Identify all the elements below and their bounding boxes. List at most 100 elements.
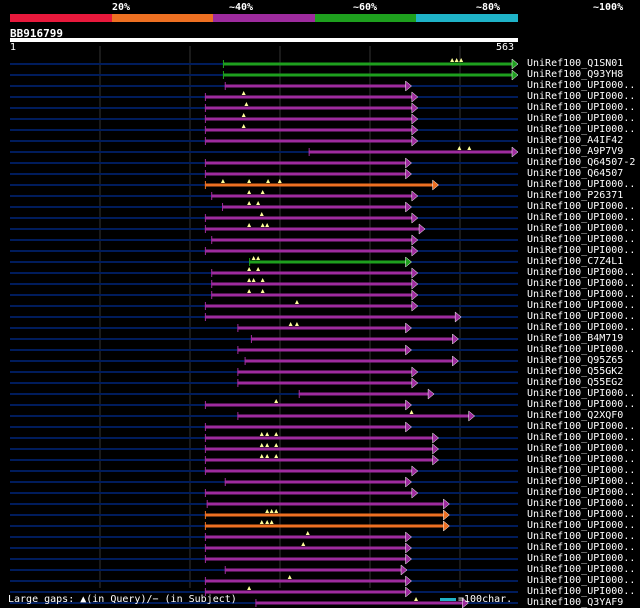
- hit-row[interactable]: [10, 58, 519, 70]
- hit-label[interactable]: UniRef100_A9P7V9: [527, 146, 623, 157]
- hit-row[interactable]: [10, 553, 518, 565]
- hit-label[interactable]: UniRef100_P26371: [527, 190, 623, 201]
- hit-label[interactable]: UniRef100_UPI000..: [527, 102, 635, 113]
- hit-row[interactable]: [10, 190, 518, 202]
- hit-row[interactable]: [10, 498, 518, 510]
- hit-bar[interactable]: [204, 227, 420, 231]
- hit-label[interactable]: UniRef100_UPI000..: [527, 443, 635, 454]
- hit-row[interactable]: [10, 575, 518, 587]
- hit-bar[interactable]: [204, 458, 433, 462]
- hit-bar[interactable]: [204, 447, 433, 451]
- hit-label[interactable]: UniRef100_UPI000..: [527, 421, 635, 432]
- hit-row[interactable]: [10, 245, 518, 257]
- hit-label[interactable]: UniRef100_UPI000..: [527, 234, 635, 245]
- hit-bar[interactable]: [204, 106, 412, 110]
- hit-label[interactable]: UniRef100_UPI000..: [527, 300, 635, 311]
- hit-bar[interactable]: [224, 84, 406, 88]
- hit-label[interactable]: UniRef100_Q3YAF9: [527, 597, 623, 608]
- hit-bar[interactable]: [204, 535, 406, 539]
- hit-label[interactable]: UniRef100_UPI000..: [527, 564, 635, 575]
- hit-bar[interactable]: [255, 601, 463, 605]
- hit-bar[interactable]: [204, 304, 412, 308]
- hit-label[interactable]: UniRef100_UPI000..: [527, 267, 635, 278]
- hit-row[interactable]: [10, 124, 518, 136]
- hit-row[interactable]: [10, 410, 518, 422]
- hit-row[interactable]: [10, 520, 518, 532]
- hit-label[interactable]: UniRef100_UPI000..: [527, 542, 635, 553]
- hit-label[interactable]: UniRef100_UPI000..: [527, 531, 635, 542]
- hit-row[interactable]: [10, 531, 518, 543]
- hit-row[interactable]: [10, 113, 518, 125]
- hit-bar[interactable]: [204, 315, 456, 319]
- hit-bar[interactable]: [211, 271, 412, 275]
- hit-bar[interactable]: [204, 524, 444, 528]
- hit-label[interactable]: UniRef100_UPI000..: [527, 465, 635, 476]
- hit-row[interactable]: [10, 80, 518, 92]
- hit-bar[interactable]: [204, 513, 444, 517]
- hit-label[interactable]: UniRef100_A4IF42: [527, 135, 623, 146]
- hit-row[interactable]: [10, 146, 519, 158]
- hit-label[interactable]: UniRef100_UPI000..: [527, 179, 635, 190]
- hit-label[interactable]: UniRef100_UPI000..: [527, 487, 635, 498]
- hit-row[interactable]: [10, 355, 518, 367]
- hit-row[interactable]: [10, 157, 518, 169]
- hit-label[interactable]: UniRef100_B4M719: [527, 333, 623, 344]
- hit-bar[interactable]: [204, 425, 406, 429]
- hit-label[interactable]: UniRef100_UPI000..: [527, 509, 635, 520]
- hit-row[interactable]: [10, 289, 518, 301]
- hit-label[interactable]: UniRef100_UPI000..: [527, 498, 635, 509]
- hit-bar[interactable]: [308, 150, 512, 154]
- hit-bar[interactable]: [204, 216, 412, 220]
- hit-label[interactable]: UniRef100_UPI000..: [527, 388, 635, 399]
- hit-label[interactable]: UniRef100_UPI000..: [527, 113, 635, 124]
- hit-bar[interactable]: [204, 161, 406, 165]
- hit-row[interactable]: [10, 344, 518, 356]
- hit-label[interactable]: UniRef100_Q64507-2: [527, 157, 635, 168]
- hit-bar[interactable]: [204, 579, 406, 583]
- hit-row[interactable]: [10, 212, 518, 224]
- hit-bar[interactable]: [250, 337, 453, 341]
- hit-row[interactable]: [10, 69, 519, 81]
- hit-row[interactable]: [10, 267, 518, 279]
- hit-row[interactable]: [10, 366, 518, 378]
- hit-row[interactable]: [10, 487, 518, 499]
- hit-bar[interactable]: [224, 480, 406, 484]
- hit-bar[interactable]: [222, 205, 406, 209]
- hit-label[interactable]: UniRef100_UPI000..: [527, 289, 635, 300]
- hit-bar[interactable]: [204, 117, 412, 121]
- hit-label[interactable]: UniRef100_C7Z4L1: [527, 256, 623, 267]
- hit-bar[interactable]: [204, 183, 433, 187]
- hit-row[interactable]: [10, 300, 518, 312]
- hit-row[interactable]: [10, 564, 518, 576]
- hit-bar[interactable]: [237, 370, 412, 374]
- hit-row[interactable]: [10, 234, 518, 246]
- hit-row[interactable]: [10, 454, 518, 466]
- hit-label[interactable]: UniRef100_Q55EG2: [527, 377, 623, 388]
- hit-row[interactable]: [10, 102, 518, 114]
- hit-label[interactable]: UniRef100_UPI000..: [527, 399, 635, 410]
- hit-row[interactable]: [10, 278, 518, 290]
- hit-bar[interactable]: [204, 139, 412, 143]
- hit-bar[interactable]: [206, 502, 444, 506]
- hit-bar[interactable]: [237, 348, 406, 352]
- hit-row[interactable]: [10, 311, 518, 323]
- hit-label[interactable]: UniRef100_UPI000..: [527, 80, 635, 91]
- hit-bar[interactable]: [211, 194, 412, 198]
- hit-bar[interactable]: [204, 95, 412, 99]
- hit-label[interactable]: UniRef100_UPI000..: [527, 575, 635, 586]
- hit-row[interactable]: [10, 377, 518, 389]
- hit-row[interactable]: [10, 201, 518, 213]
- hit-label[interactable]: UniRef100_UPI000..: [527, 311, 635, 322]
- hit-bar[interactable]: [211, 282, 412, 286]
- hit-bar[interactable]: [237, 381, 412, 385]
- hit-row[interactable]: [10, 223, 518, 235]
- hit-row[interactable]: [10, 432, 518, 444]
- hit-label[interactable]: UniRef100_UPI000..: [527, 322, 635, 333]
- hit-row[interactable]: [10, 388, 518, 400]
- hit-bar[interactable]: [237, 326, 406, 330]
- hit-row[interactable]: [10, 443, 518, 455]
- hit-bar[interactable]: [204, 436, 433, 440]
- hit-bar[interactable]: [204, 546, 406, 550]
- hit-row[interactable]: [10, 333, 518, 345]
- hit-label[interactable]: UniRef100_UPI000..: [527, 432, 635, 443]
